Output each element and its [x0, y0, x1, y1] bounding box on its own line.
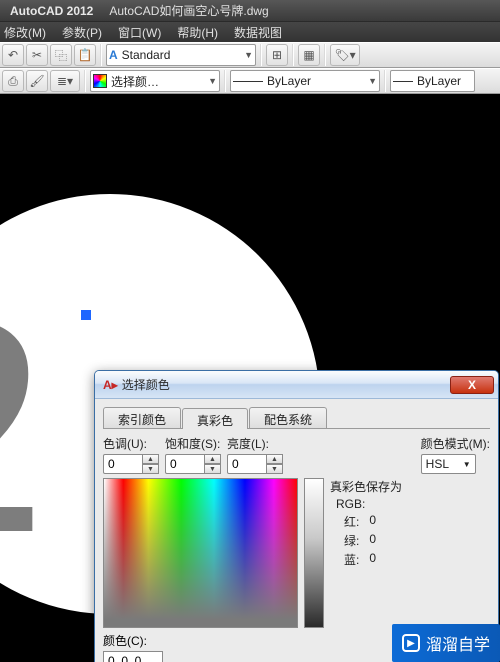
mode-label: 颜色模式(M): — [421, 435, 490, 452]
line-icon — [393, 81, 413, 82]
close-button[interactable]: X — [450, 376, 494, 394]
separator — [84, 70, 86, 92]
mode-value: HSL — [426, 457, 449, 471]
menu-window[interactable]: 窗口(W) — [118, 24, 161, 41]
color-combo[interactable]: 选择颜… ▼ — [90, 70, 220, 92]
menu-bar: 修改(M) 参数(P) 窗口(W) 帮助(H) 数据视图 — [0, 22, 500, 42]
linetype-value-2: ByLayer — [417, 74, 472, 88]
menu-help[interactable]: 帮助(H) — [177, 24, 218, 41]
b-label: 蓝: — [330, 551, 359, 568]
separator — [224, 70, 226, 92]
luminance-bar[interactable] — [304, 478, 324, 628]
spin-up-icon[interactable]: ▲ — [143, 454, 159, 464]
mode-combo[interactable]: HSL ▼ — [421, 454, 476, 474]
mode-field: 颜色模式(M): HSL ▼ — [421, 435, 490, 474]
separator — [260, 44, 262, 66]
lum-field: 亮度(L): ▲▼ — [227, 435, 283, 474]
tool-match-icon[interactable]: ⎙ — [2, 70, 24, 92]
selection-grip[interactable] — [81, 310, 91, 320]
rgb-info: 真彩色保存为 RGB: 红: 0 绿: 0 蓝: 0 — [330, 478, 490, 568]
color-combo-value: 选择颜… — [111, 73, 204, 90]
hue-spinner[interactable]: ▲▼ — [103, 454, 159, 474]
color-spectrum[interactable] — [103, 478, 298, 628]
separator — [292, 44, 294, 66]
tool-brush-icon[interactable]: 🖌 — [26, 70, 48, 92]
b-value: 0 — [369, 551, 376, 568]
linetype-combo-1[interactable]: ByLayer ▼ — [230, 70, 380, 92]
separator — [324, 44, 326, 66]
r-label: 红: — [330, 513, 359, 530]
tool-undo-icon[interactable]: ↶ — [2, 44, 24, 66]
watermark-text: 溜溜自学 — [426, 631, 490, 655]
tab-strip: 索引颜色 真彩色 配色系统 — [103, 407, 490, 429]
sat-label: 饱和度(S): — [165, 435, 221, 452]
spin-up-icon[interactable]: ▲ — [267, 454, 283, 464]
color-value: 0, 0, 0 — [108, 654, 141, 662]
spectrum-row: 真彩色保存为 RGB: 红: 0 绿: 0 蓝: 0 — [103, 478, 490, 628]
dialog-titlebar[interactable]: A▸ 选择颜色 X — [95, 371, 498, 399]
style-icon: A — [109, 48, 118, 62]
linetype-value-1: ByLayer — [267, 74, 364, 88]
file-name: AutoCAD如何画空心号牌.dwg — [109, 2, 268, 19]
lum-input[interactable] — [227, 454, 267, 474]
menu-dataview[interactable]: 数据视图 — [234, 24, 282, 41]
g-label: 绿: — [330, 532, 359, 549]
text-style-combo[interactable]: A Standard ▼ — [106, 44, 256, 66]
spin-up-icon[interactable]: ▲ — [205, 454, 221, 464]
hue-input[interactable] — [103, 454, 143, 474]
linetype-combo-2[interactable]: ByLayer — [390, 70, 475, 92]
r-value: 0 — [369, 513, 376, 530]
tab-index-color[interactable]: 索引颜色 — [103, 407, 181, 428]
spin-down-icon[interactable]: ▼ — [205, 464, 221, 474]
dialog-body: 索引颜色 真彩色 配色系统 色调(U): ▲▼ 饱和度(S): ▲▼ — [95, 399, 498, 662]
tab-color-books[interactable]: 配色系统 — [249, 407, 327, 428]
spin-down-icon[interactable]: ▼ — [143, 464, 159, 474]
color-dialog: A▸ 选择颜色 X 索引颜色 真彩色 配色系统 色调(U): ▲▼ 饱和度( — [94, 370, 499, 662]
tool-table-icon[interactable]: ▦ — [298, 44, 320, 66]
chevron-down-icon: ▼ — [244, 50, 253, 60]
color-wheel-icon — [93, 74, 107, 88]
saveas-label: 真彩色保存为 — [330, 478, 490, 495]
separator — [100, 44, 102, 66]
menu-params[interactable]: 参数(P) — [62, 24, 102, 41]
tab-true-color[interactable]: 真彩色 — [182, 408, 248, 429]
line-icon — [233, 81, 263, 82]
app-titlebar: AutoCAD 2012 AutoCAD如何画空心号牌.dwg — [0, 0, 500, 22]
lum-label: 亮度(L): — [227, 435, 283, 452]
g-value: 0 — [369, 532, 376, 549]
tool-tag-icon[interactable]: 🏷▾ — [330, 44, 360, 66]
tool-copy-icon[interactable]: ⿻ — [50, 44, 72, 66]
toolbar-row-1: ↶ ✂ ⿻ 📋 A Standard ▼ ⊞ ▦ 🏷▾ — [0, 42, 500, 68]
app-name: AutoCAD 2012 — [10, 4, 93, 18]
chevron-down-icon: ▼ — [368, 76, 377, 86]
hue-label: 色调(U): — [103, 435, 159, 452]
chevron-down-icon: ▼ — [463, 460, 471, 469]
tool-layer-icon[interactable]: ≣▾ — [50, 70, 80, 92]
dialog-title: 选择颜色 — [122, 376, 450, 393]
drawing-canvas[interactable]: 2 A▸ 选择颜色 X 索引颜色 真彩色 配色系统 色调(U): ▲▼ — [0, 94, 500, 662]
toolbar-row-2: ⎙ 🖌 ≣▾ 选择颜… ▼ ByLayer ▼ ByLayer — [0, 68, 500, 94]
text-style-value: Standard — [122, 48, 240, 62]
separator — [384, 70, 386, 92]
spin-down-icon[interactable]: ▼ — [267, 464, 283, 474]
sat-input[interactable] — [165, 454, 205, 474]
tool-cut-icon[interactable]: ✂ — [26, 44, 48, 66]
play-icon: ▶ — [402, 634, 420, 652]
tool-paste-icon[interactable]: 📋 — [74, 44, 96, 66]
chevron-down-icon: ▼ — [208, 76, 217, 86]
autocad-logo-icon: A▸ — [103, 378, 118, 392]
hue-field: 色调(U): ▲▼ — [103, 435, 159, 474]
hsl-inputs-row: 色调(U): ▲▼ 饱和度(S): ▲▼ 亮度(L): — [103, 435, 490, 474]
rgb-label: RGB: — [330, 497, 490, 511]
watermark-badge: ▶ 溜溜自学 — [392, 624, 500, 662]
sat-spinner[interactable]: ▲▼ — [165, 454, 221, 474]
menu-modify[interactable]: 修改(M) — [4, 24, 46, 41]
color-value-box[interactable]: 0, 0, 0 — [103, 651, 163, 662]
sat-field: 饱和度(S): ▲▼ — [165, 435, 221, 474]
lum-spinner[interactable]: ▲▼ — [227, 454, 283, 474]
tool-dim-icon[interactable]: ⊞ — [266, 44, 288, 66]
